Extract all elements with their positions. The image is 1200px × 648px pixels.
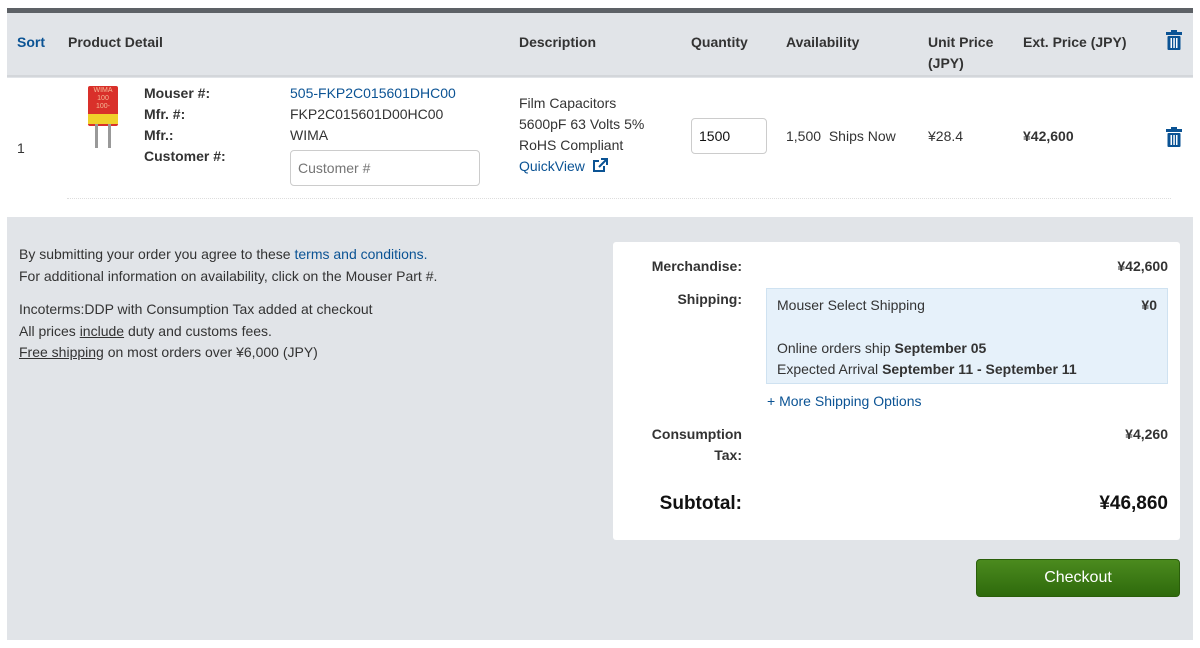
cart-panel: Sort Product Detail Description Quantity… [7, 8, 1193, 640]
free-shipping-text: on most orders over ¥6,000 (JPY) [103, 344, 318, 360]
shipping-option-box[interactable]: Mouser Select Shipping ¥0 Online orders … [766, 288, 1168, 384]
availability-info: For additional information on availabili… [19, 267, 438, 284]
subtotal-label: Subtotal: [659, 493, 742, 514]
unit-price: ¥28.4 [928, 128, 964, 144]
col-unit-price: Unit Price (JPY) [928, 32, 993, 74]
desc-line-2: 5600pF 63 Volts 5% [519, 116, 645, 132]
table-row: 1 WIMA 100 100- Mouser #: Mfr. #: Mfr.: … [7, 78, 1193, 217]
shipping-method: Mouser Select Shipping [777, 297, 925, 313]
merchandise-label: Merchandise: [651, 258, 742, 274]
mouser-no-label: Mouser #: [144, 85, 211, 101]
delete-item-trash-icon[interactable] [1166, 127, 1182, 147]
customer-no-input[interactable] [290, 150, 480, 186]
sort-button[interactable]: Sort [17, 32, 45, 53]
terms-text: By submitting your order you agree to th… [19, 246, 295, 262]
col-availability: Availability [786, 34, 860, 50]
unit-price-l2: (JPY) [928, 55, 964, 71]
tax-label-line-1: Consumption [651, 426, 742, 442]
order-notes: By submitting your order you agree to th… [19, 244, 437, 364]
terms-link[interactable]: terms and conditions. [294, 246, 427, 262]
unit-price-l1: Unit Price [928, 34, 994, 50]
mfr-label: Mfr.: [144, 127, 174, 143]
tax-value: ¥4,260 [1125, 426, 1168, 442]
customer-no-label: Customer #: [144, 148, 226, 164]
merchandise-value: ¥42,600 [1117, 258, 1168, 274]
ship-online-prefix: Online orders ship [777, 340, 895, 356]
quickview-link[interactable]: QuickView [519, 158, 585, 174]
free-shipping-link[interactable]: Free shipping [19, 344, 104, 360]
prices-suffix: duty and customs fees. [124, 322, 272, 339]
order-summary: Merchandise: ¥42,600 Shipping: Mouser Se… [613, 242, 1180, 540]
quantity-input[interactable] [691, 118, 767, 154]
subtotal-value: ¥46,860 [1099, 493, 1168, 514]
manufacturer: WIMA [290, 127, 329, 143]
availability-qty: 1,500 [786, 128, 822, 144]
arrival-date: September 11 - September 11 [882, 361, 1077, 377]
mfr-no-label: Mfr. #: [144, 106, 186, 122]
shipping-cost: ¥0 [1141, 297, 1157, 313]
arrival-prefix: Expected Arrival [777, 361, 883, 377]
table-header: Sort Product Detail Description Quantity… [7, 13, 1193, 77]
desc-line-1: Film Capacitors [519, 95, 617, 111]
mouser-part-link[interactable]: 505-FKP2C015601DHC00 [290, 85, 456, 101]
availability-status: Ships Now [828, 128, 896, 144]
desc-line-3: RoHS Compliant [519, 137, 624, 153]
col-description: Description [519, 34, 597, 50]
prices-prefix: All prices [19, 322, 80, 339]
incoterms: Incoterms:DDP with Consumption Tax added… [19, 301, 373, 317]
col-product-detail: Product Detail [68, 34, 163, 50]
tax-label-line-2: Tax: [714, 447, 742, 463]
ext-price: ¥42,600 [1023, 128, 1074, 144]
row-divider [67, 198, 1171, 199]
external-link-icon[interactable] [592, 158, 608, 172]
mfr-part-no: FKP2C015601D00HC00 [290, 106, 444, 122]
row-index: 1 [17, 140, 25, 156]
shipping-label: Shipping: [677, 291, 742, 307]
product-image-text: WIMA 100 100- [93, 87, 113, 110]
tax-label: Consumption Tax: [652, 424, 742, 466]
delete-all-trash-icon[interactable] [1166, 30, 1182, 50]
col-quantity: Quantity [691, 34, 748, 50]
include-link[interactable]: include [80, 323, 124, 339]
ship-online-date: September 05 [894, 340, 987, 356]
more-shipping-options-link[interactable]: + More Shipping Options [767, 391, 921, 412]
col-ext-price: Ext. Price (JPY) [1023, 34, 1127, 50]
checkout-button[interactable]: Checkout [976, 559, 1180, 597]
